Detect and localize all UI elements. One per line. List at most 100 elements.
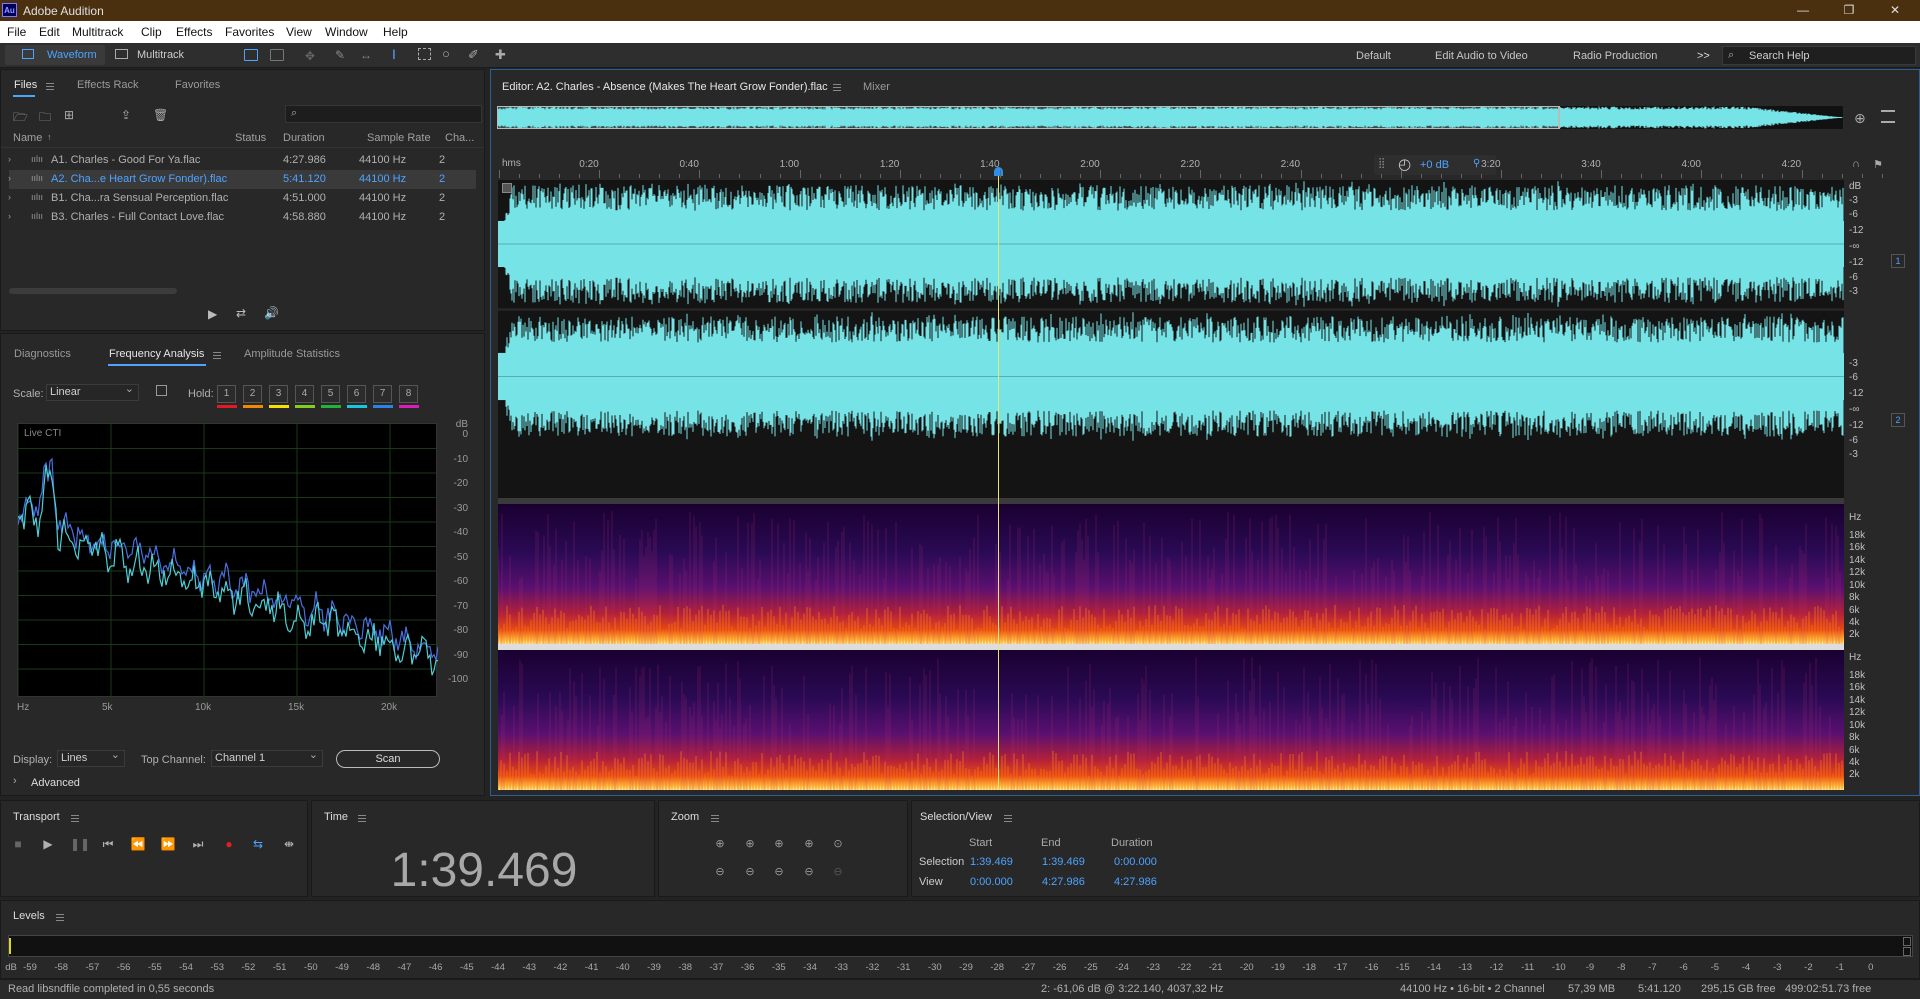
expand-chevron-icon[interactable]: › [8,211,11,221]
tab-amplitude-statistics[interactable]: Amplitude Statistics [244,348,340,360]
minimize-button[interactable]: — [1780,0,1826,21]
time-selection-tool-icon[interactable]: I [392,46,396,62]
tab-editor[interactable]: Editor: A2. Charles - Absence (Makes The… [502,81,828,93]
tab-effects-rack[interactable]: Effects Rack [77,79,139,91]
play-preview-icon[interactable]: ▶ [208,307,217,321]
brush-tool-icon[interactable]: ✐ [468,47,479,63]
menu-edit[interactable]: Edit [39,25,60,39]
menu-favorites[interactable]: Favorites [225,25,274,39]
tab-files[interactable]: Files [14,79,37,91]
selection-view-menu-icon[interactable] [1004,815,1012,822]
hold-button-3[interactable]: 3 [269,385,288,403]
fast-forward-icon[interactable]: ⏩ [160,836,176,852]
tab-mixer[interactable]: Mixer [863,81,890,93]
spectral-display[interactable] [498,504,1844,790]
hold-button-5[interactable]: 5 [321,385,340,403]
open-file-icon[interactable]: 🗁 [13,108,28,129]
move-tool-icon[interactable]: ✥ [305,49,315,63]
import-file-icon[interactable]: 🗀 [39,108,51,129]
zoom-in-point-icon[interactable]: ⊕ [770,837,788,853]
time-menu-icon[interactable] [358,815,366,822]
hud-volume[interactable]: ⣿ ◴ +0 dB ⚲ [1374,155,1496,175]
menu-window[interactable]: Window [325,25,368,39]
col-name[interactable]: Name [13,132,42,144]
expand-chevron-icon[interactable]: › [8,154,11,164]
hold-button-4[interactable]: 4 [295,385,314,403]
spectral-frequency-icon[interactable] [244,49,258,61]
zoom-out-point-icon[interactable]: ⊖ [800,865,818,881]
advanced-chevron-icon[interactable]: › [13,775,17,787]
snap-icon[interactable]: ∩ [1852,158,1860,170]
hold-button-6[interactable]: 6 [347,385,366,403]
waveform-display[interactable] [498,180,1844,498]
file-row[interactable]: › ıılıı A1. Charles - Good For Ya.flac 4:27… [9,151,476,170]
zoom-in-time-icon[interactable]: ⊕ [741,837,759,853]
zoom-out-time-icon[interactable]: ⊖ [741,865,759,881]
col-status[interactable]: Status [235,132,266,144]
col-channels[interactable]: Cha... [445,132,474,144]
play-icon[interactable]: ▶ [40,836,56,852]
record-icon[interactable]: ● [221,836,237,852]
zoom-to-fit-icon[interactable]: ⊕ [1854,110,1866,127]
maximize-button[interactable]: ❐ [1826,0,1872,21]
new-file-icon[interactable]: ⊞ [64,108,74,122]
marker-icon[interactable]: ⚑ [1873,158,1883,171]
next-icon[interactable]: ⏭ [190,836,206,852]
clip-indicator-bottom[interactable] [1903,947,1911,956]
hold-button-8[interactable]: 8 [399,385,418,403]
zoom-out-amplitude-icon[interactable]: ⊖ [711,865,729,881]
transport-menu-icon[interactable] [71,815,79,822]
col-sample-rate[interactable]: Sample Rate [367,132,431,144]
menu-file[interactable]: File [7,25,26,39]
display-dropdown[interactable]: Lines [57,750,125,767]
files-horizontal-scrollbar[interactable] [9,288,177,294]
file-row[interactable]: › ıılıı B3. Charles - Full Contact Love.fl… [9,208,476,227]
workspace-default[interactable]: Default [1356,50,1391,62]
panel-options-icon[interactable] [1881,110,1895,123]
waveform-corner-icon[interactable] [502,183,512,193]
levels-menu-icon[interactable] [56,914,64,921]
view-end[interactable]: 4:27.986 [1042,876,1085,888]
search-help-field[interactable]: ⌕ Search Help [1722,46,1916,65]
zoom-out-full-icon[interactable]: ⊖ [770,865,788,881]
razor-tool-icon[interactable]: ✎ [335,48,345,62]
spot-healing-icon[interactable]: ✚ [495,47,506,63]
zoom-menu-icon[interactable] [711,815,719,822]
editor-menu-icon[interactable] [833,84,841,91]
view-start[interactable]: 0:00.000 [970,876,1013,888]
rewind-icon[interactable]: ⏪ [130,836,146,852]
hold-button-1[interactable]: 1 [217,385,236,403]
skip-selection-icon[interactable]: ⇼ [281,836,297,852]
zoom-to-selection-icon[interactable]: ⊕ [800,837,818,853]
menu-view[interactable]: View [286,25,312,39]
scale-dropdown[interactable]: Linear [46,384,139,401]
insert-into-multitrack-icon[interactable]: ⇪ [121,108,131,122]
zoom-in-amplitude-icon[interactable]: ⊕ [711,837,729,853]
scan-button[interactable]: Scan [336,750,440,768]
close-button[interactable]: ✕ [1872,0,1918,21]
copy-graph-icon[interactable] [156,385,167,396]
top-channel-dropdown[interactable]: Channel 1 [211,750,323,767]
lasso-tool-icon[interactable]: ○ [442,46,450,61]
previous-icon[interactable]: ⏮ [100,836,116,852]
auto-play-icon[interactable]: 🔊 [264,306,279,320]
zoom-reset-icon[interactable]: ⊙ [829,837,847,853]
multitrack-view-button[interactable]: Multitrack [110,45,200,65]
slip-tool-icon[interactable]: ↔ [360,48,372,62]
col-duration[interactable]: Duration [283,132,325,144]
clip-indicator-top[interactable] [1903,937,1911,946]
files-menu-icon[interactable] [46,83,54,90]
selection-end[interactable]: 1:39.469 [1042,856,1085,868]
menu-multitrack[interactable]: Multitrack [72,25,123,39]
expand-chevron-icon[interactable]: › [8,192,11,202]
expand-chevron-icon[interactable]: › [8,173,11,183]
selection-start[interactable]: 1:39.469 [970,856,1013,868]
workspace-radio-production[interactable]: Radio Production [1573,50,1657,62]
workspace-edit-audio-to-video[interactable]: Edit Audio to Video [1435,50,1528,62]
pin-icon[interactable]: ⚲ [1473,158,1480,169]
stop-icon[interactable]: ■ [10,836,26,852]
delete-file-icon[interactable]: 🗑 [153,108,168,122]
file-row[interactable]: › ıılıı B1. Cha...ra Sensual Perception.fl… [9,189,476,208]
menu-effects[interactable]: Effects [176,25,212,39]
files-search-input[interactable]: ⌕ [285,105,482,123]
